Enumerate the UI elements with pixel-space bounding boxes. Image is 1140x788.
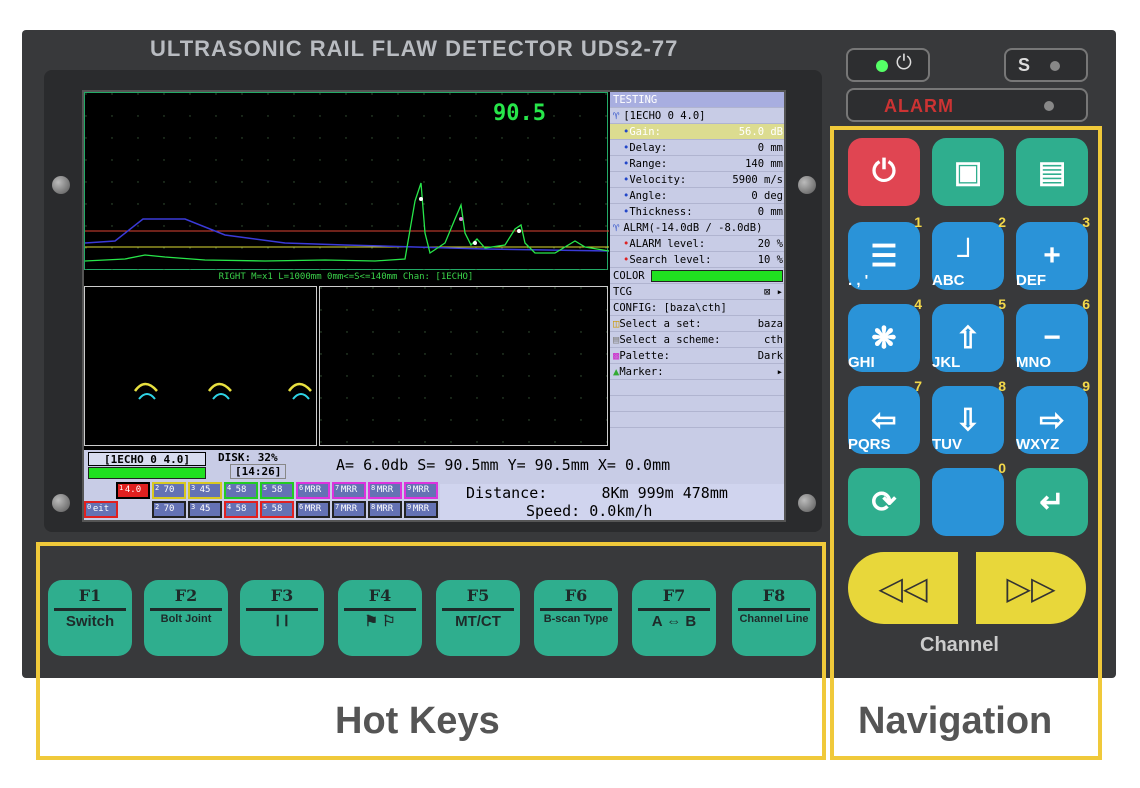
panel-color[interactable]: COLOR (610, 268, 784, 284)
channel-chip[interactable]: 5 58 (260, 482, 294, 499)
chevron-right-icon: ▸ (776, 366, 783, 378)
panel-config: CONFIG: [baza\cth] (610, 300, 784, 316)
led-green-icon (876, 60, 888, 72)
panel-search-level[interactable]: •Search level: 10 % (610, 252, 784, 268)
screw-icon (52, 494, 70, 512)
navigation-caption: Navigation (858, 700, 1053, 742)
channel-chip[interactable]: 4 58 (224, 501, 258, 518)
panel-palette[interactable]: ▩Palette: Dark (610, 348, 784, 364)
speed-readout: Speed: 0.0km/h (440, 502, 784, 520)
channel-chip[interactable]: 1 4.0 (116, 482, 150, 499)
channel-chip[interactable]: 2 70 (152, 482, 186, 499)
screw-icon (52, 176, 70, 194)
channel-chip[interactable]: 3 45 (188, 482, 222, 499)
panel-param-thickness[interactable]: •Thickness: 0 mm (610, 204, 784, 220)
power-icon: ⏻ (896, 52, 912, 74)
channel-chip[interactable]: 7 MRR (332, 482, 366, 499)
a-scan-plot: 90.5 (84, 92, 610, 271)
channel-chip[interactable]: 8 MRR (368, 501, 402, 518)
panel-marker[interactable]: ▲Marker: ▸ (610, 364, 784, 380)
panel-param-velocity[interactable]: •Velocity: 5900 m/s (610, 172, 784, 188)
panel-select-scheme[interactable]: ▤Select a scheme: cth (610, 332, 784, 348)
panel-param-gain[interactable]: •Gain: 56.0 dB (610, 124, 784, 140)
channel-chip[interactable]: 5 58 (260, 501, 294, 518)
channel-chip[interactable]: 3 45 (188, 501, 222, 518)
panel-param-range[interactable]: •Range: 140 mm (610, 156, 784, 172)
settings-panel: TESTING ♈ [1ECHO 0 4.0] •Gain: 56.0 dB •De… (610, 92, 784, 450)
panel-testing-header: TESTING (610, 92, 784, 108)
channel-chip[interactable]: 4 58 (224, 482, 258, 499)
peak-readout: 90.5 (493, 101, 546, 126)
channel-chip[interactable]: 6 MRR (296, 501, 330, 518)
panel-alarm-level[interactable]: •ALARM level: 20 % (610, 236, 784, 252)
channel-chip[interactable]: 2 70 (152, 501, 186, 518)
panel-param-angle[interactable]: •Angle: 0 deg (610, 188, 784, 204)
panel-empty-row (610, 412, 784, 428)
screw-icon (798, 176, 816, 194)
alarm-label: ALARM (884, 96, 954, 116)
active-channel: [1ECHO 0 4.0] (88, 452, 206, 466)
panel-empty-row (610, 380, 784, 396)
navigation-frame (830, 126, 1102, 760)
alarm-indicator (846, 88, 1088, 122)
device-title: ULTRASONIC RAIL FLAW DETECTOR UDS2-77 (150, 36, 679, 61)
color-swatch (651, 270, 783, 282)
clock: [14:26] (230, 464, 287, 479)
channel-chip[interactable]: 6 MRR (296, 482, 330, 499)
power-indicator: ⏻ (846, 48, 930, 82)
checkbox-icon: ⊠ ▸ (764, 286, 783, 298)
channel-chip[interactable]: 7 MRR (332, 501, 366, 518)
a-scan-status: RIGHT M=x1 L=1000mm 0mm<=S<=140mm Chan: … (84, 270, 608, 284)
channel-chip[interactable]: 0 eit (84, 501, 118, 518)
b-scan-right (319, 286, 608, 446)
led-icon (1050, 61, 1060, 71)
s-label: S (1018, 55, 1031, 75)
status-bar: [1ECHO 0 4.0] DISK: 32% [14:26] A= 6.0db… (84, 450, 784, 520)
hot-keys-caption: Hot Keys (335, 700, 500, 742)
led-icon (1044, 101, 1054, 111)
measurement-readout: A= 6.0db S= 90.5mm Y= 90.5mm X= 0.0mm (336, 456, 671, 474)
panel-empty-row (610, 396, 784, 412)
distance-readout: Distance: 8Km 999m 478mm (440, 484, 784, 502)
disk-usage: DISK: 32% (218, 451, 278, 464)
b-scan-left (84, 286, 317, 446)
channel-level-bar (88, 467, 206, 479)
panel-alarm-header[interactable]: ♈ ALRM(-14.0dB / -8.0dB) (610, 220, 784, 236)
screw-icon (798, 494, 816, 512)
channel-chip[interactable]: 8 MRR (368, 482, 402, 499)
panel-tcg[interactable]: TCG ⊠ ▸ (610, 284, 784, 300)
channel-chip[interactable]: 9 MRR (404, 482, 438, 499)
display-screen: 90.5 RIGHT M=x1 L=1000mm 0mm<=S<=140mm C… (82, 90, 786, 522)
channel-chip[interactable]: 9 MRR (404, 501, 438, 518)
panel-channel[interactable]: ♈ [1ECHO 0 4.0] (610, 108, 784, 124)
s-indicator: S (1004, 48, 1088, 82)
panel-select-set[interactable]: ◫Select a set: baza (610, 316, 784, 332)
panel-param-delay[interactable]: •Delay: 0 mm (610, 140, 784, 156)
